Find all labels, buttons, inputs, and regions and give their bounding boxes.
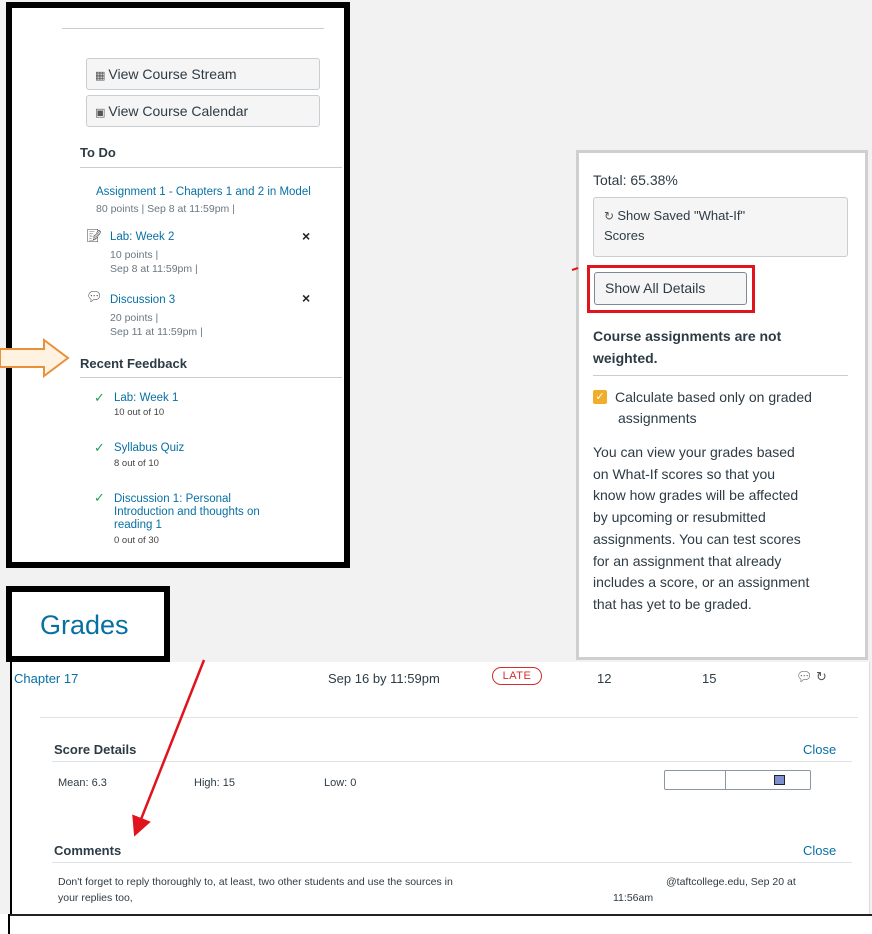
annotation-arrow-icon <box>0 338 70 378</box>
todo-item-discussion-3[interactable]: Discussion 3 <box>110 294 175 306</box>
feedback-score: 0 out of 30 <box>114 535 159 546</box>
divider <box>593 375 848 376</box>
divider <box>52 761 852 762</box>
view-course-calendar-button[interactable]: ▣ View Course Calendar <box>86 95 320 127</box>
divider <box>80 377 342 378</box>
todo-item-assignment-1[interactable]: Assignment 1 - Chapters 1 and 2 in Model <box>96 186 311 198</box>
score-low: Low: 0 <box>324 777 357 789</box>
feedback-item-discussion-1[interactable]: Discussion 1: Personal <box>114 493 231 506</box>
todo-meta: Sep 8 at 11:59pm | <box>110 263 198 275</box>
recent-feedback-heading: Recent Feedback <box>80 356 187 371</box>
todo-meta: Sep 11 at 11:59pm | <box>110 326 203 338</box>
todo-item-lab-week-2[interactable]: Lab: Week 2 <box>110 231 174 243</box>
checkmark-icon: ✓ <box>94 390 105 405</box>
divider <box>80 167 342 168</box>
feedback-score: 10 out of 10 <box>114 407 165 418</box>
score-high: High: 15 <box>194 777 235 789</box>
todo-meta: 10 points | <box>110 249 159 261</box>
comment-author: @taftcollege.edu, Sep 20 at 11:56am <box>613 876 796 904</box>
score-distribution-graph <box>664 770 811 790</box>
course-sidebar-panel: ▦ View Course Stream ▣ View Course Calenda… <box>6 2 350 568</box>
assignment-detail-panel: Chapter 17 Sep 16 by 11:59pm LATE 12 15 … <box>10 662 870 914</box>
view-course-stream-button[interactable]: ▦ View Course Stream <box>86 58 320 90</box>
checkmark-icon: ✓ <box>94 440 105 455</box>
chart-icon: ▦ <box>95 70 106 82</box>
what-if-help-text: You can view your grades based on What-I… <box>593 444 810 612</box>
comments-heading: Comments <box>54 843 122 858</box>
graded-only-label: Calculate based only on graded assignmen… <box>615 389 812 426</box>
score-mean: Mean: 6.3 <box>58 777 107 789</box>
total-grade: Total: 65.38% <box>593 172 678 188</box>
grades-tab-label: Grades <box>40 610 129 640</box>
score-details-heading: Score Details <box>54 742 137 757</box>
comments-close-link[interactable]: Close <box>803 843 836 858</box>
discussion-icon: 💬︎ <box>86 289 103 304</box>
feedback-item-discussion-1-line3[interactable]: reading 1 <box>114 519 162 532</box>
comment-text: Don't forget to reply thoroughly to, at … <box>58 876 453 904</box>
graph-your-score-marker <box>774 775 785 785</box>
graded-only-checkbox[interactable]: ✓ <box>593 390 607 404</box>
history-icon: ↻ <box>604 209 618 223</box>
due-date: Sep 16 by 11:59pm <box>328 671 440 686</box>
grades-sidebar: Total: 65.38% ↻ Show Saved "What-If" Sco… <box>576 150 868 660</box>
divider <box>40 717 858 718</box>
graph-median-line <box>725 771 726 789</box>
calendar-icon: ▣ <box>95 107 106 119</box>
weighting-note: Course assignments are not weighted. <box>593 328 782 366</box>
score-details-close-link[interactable]: Close <box>803 742 836 757</box>
todo-heading: To Do <box>80 145 116 160</box>
dismiss-icon[interactable]: × <box>302 290 310 306</box>
todo-meta: 80 points | Sep 8 at 11:59pm | <box>96 203 235 215</box>
feedback-item-lab-week-1[interactable]: Lab: Week 1 <box>114 392 178 405</box>
divider <box>62 28 324 29</box>
rubric-icon[interactable]: ↻ <box>816 669 827 685</box>
late-badge: LATE <box>492 667 542 685</box>
checkmark-icon: ✓ <box>94 490 105 505</box>
divider <box>52 862 852 863</box>
show-all-details-button[interactable]: Show All Details <box>594 272 747 305</box>
assignment-score: 12 <box>597 671 612 686</box>
assignment-icon: 📝︎ <box>86 228 103 243</box>
assignment-out-of: 15 <box>702 671 717 686</box>
feedback-item-syllabus-quiz[interactable]: Syllabus Quiz <box>114 442 184 455</box>
assignment-link-chapter-17[interactable]: Chapter 17 <box>14 671 78 686</box>
course-sidebar: ▦ View Course Stream ▣ View Course Calenda… <box>62 18 344 558</box>
feedback-item-discussion-1-line2[interactable]: Introduction and thoughts on <box>114 506 260 519</box>
dismiss-icon[interactable]: × <box>302 228 310 244</box>
todo-meta: 20 points | <box>110 312 159 324</box>
feedback-score: 8 out of 10 <box>114 458 159 469</box>
comment-icon[interactable]: 💬︎ <box>796 669 813 685</box>
show-saved-what-if-scores-button[interactable]: ↻ Show Saved "What-If" Scores <box>593 197 848 257</box>
grades-nav-tab[interactable]: Grades <box>6 586 170 662</box>
frame-edge <box>0 914 872 934</box>
